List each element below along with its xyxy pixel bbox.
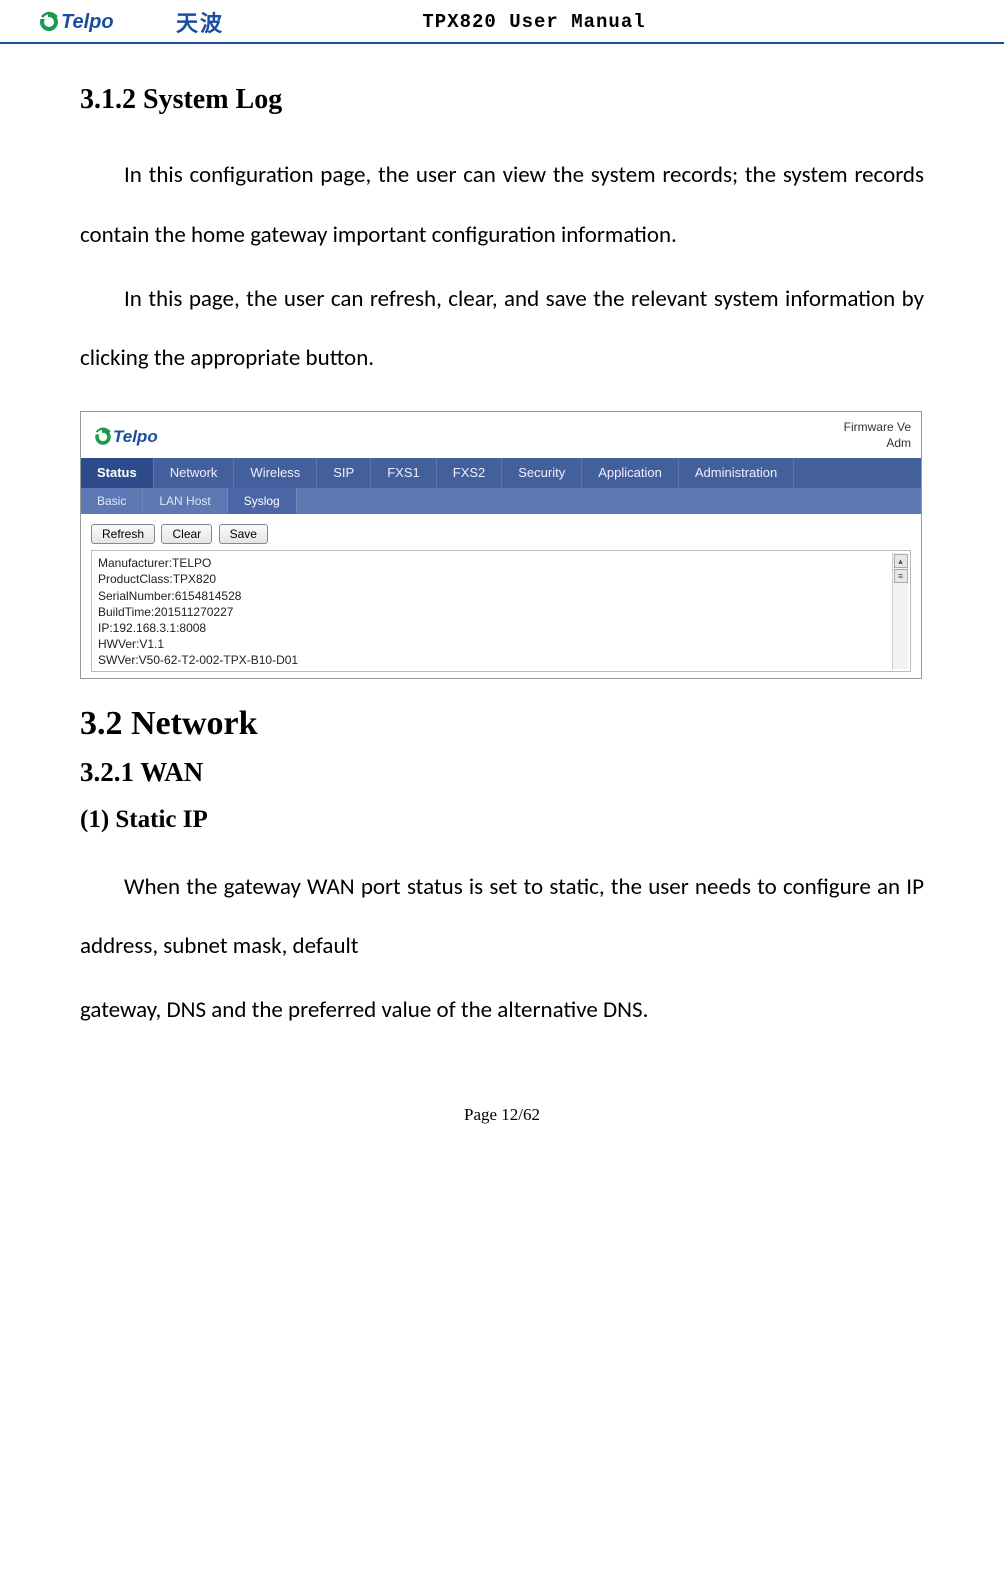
tab-application[interactable]: Application <box>582 458 679 488</box>
firmware-line2: Adm <box>844 436 911 452</box>
heading-3-1-2: 3.1.2 System Log <box>80 84 924 116</box>
firmware-label: Firmware Ve Adm <box>844 420 911 451</box>
subtab-basic[interactable]: Basic <box>81 488 143 514</box>
syslog-textarea[interactable]: Manufacturer:TELPO ProductClass:TPX820 S… <box>91 550 911 671</box>
save-button[interactable]: Save <box>219 524 268 544</box>
tab-security[interactable]: Security <box>502 458 582 488</box>
para-321-1: When the gateway WAN port status is set … <box>80 858 924 978</box>
para-312-1: In this configuration page, the user can… <box>80 146 924 266</box>
tab-network[interactable]: Network <box>154 458 235 488</box>
clear-button[interactable]: Clear <box>161 524 212 544</box>
tab-fxs1[interactable]: FXS1 <box>371 458 437 488</box>
page-content: 3.1.2 System Log In this configuration p… <box>0 44 1004 1041</box>
sub-tabs: Basic LAN Host Syslog <box>81 488 921 514</box>
subtab-lanhost[interactable]: LAN Host <box>143 488 227 514</box>
page-header: Telpo 天波 TPX820 User Manual <box>0 0 1004 44</box>
svg-text:Telpo: Telpo <box>113 427 158 446</box>
para-312-2: In this page, the user can refresh, clea… <box>80 270 924 390</box>
syslog-content: Manufacturer:TELPO ProductClass:TPX820 S… <box>98 555 904 668</box>
tab-fxs2[interactable]: FXS2 <box>437 458 503 488</box>
subtab-syslog[interactable]: Syslog <box>228 488 297 514</box>
firmware-line1: Firmware Ve <box>844 420 911 436</box>
heading-3-2-1: 3.2.1 WAN <box>80 757 924 788</box>
brand-logo: Telpo 天波 <box>40 6 224 38</box>
manual-title: TPX820 User Manual <box>224 11 964 33</box>
tab-sip[interactable]: SIP <box>317 458 371 488</box>
para-321-2: gateway, DNS and the preferred value of … <box>80 981 924 1041</box>
syslog-screenshot: Telpo Firmware Ve Adm Status Network Wir… <box>80 411 922 678</box>
heading-static-ip: (1) Static IP <box>80 806 924 834</box>
tab-administration[interactable]: Administration <box>679 458 794 488</box>
svg-text:Telpo: Telpo <box>61 11 114 33</box>
tab-status[interactable]: Status <box>81 458 154 488</box>
page-footer: Page 12/62 <box>0 1045 1004 1145</box>
scroll-up-icon[interactable]: ▴ <box>894 554 908 568</box>
brand-cjk-text: 天波 <box>176 6 224 38</box>
main-tabs: Status Network Wireless SIP FXS1 FXS2 Se… <box>81 458 921 488</box>
telpo-logo-icon: Telpo <box>95 420 205 454</box>
tab-wireless[interactable]: Wireless <box>234 458 317 488</box>
scrollbar[interactable]: ▴ ≡ <box>892 553 908 668</box>
heading-3-2: 3.2 Network <box>80 705 924 743</box>
refresh-button[interactable]: Refresh <box>91 524 155 544</box>
telpo-logo-icon: Telpo <box>40 7 170 37</box>
scroll-thumb[interactable]: ≡ <box>894 569 908 583</box>
